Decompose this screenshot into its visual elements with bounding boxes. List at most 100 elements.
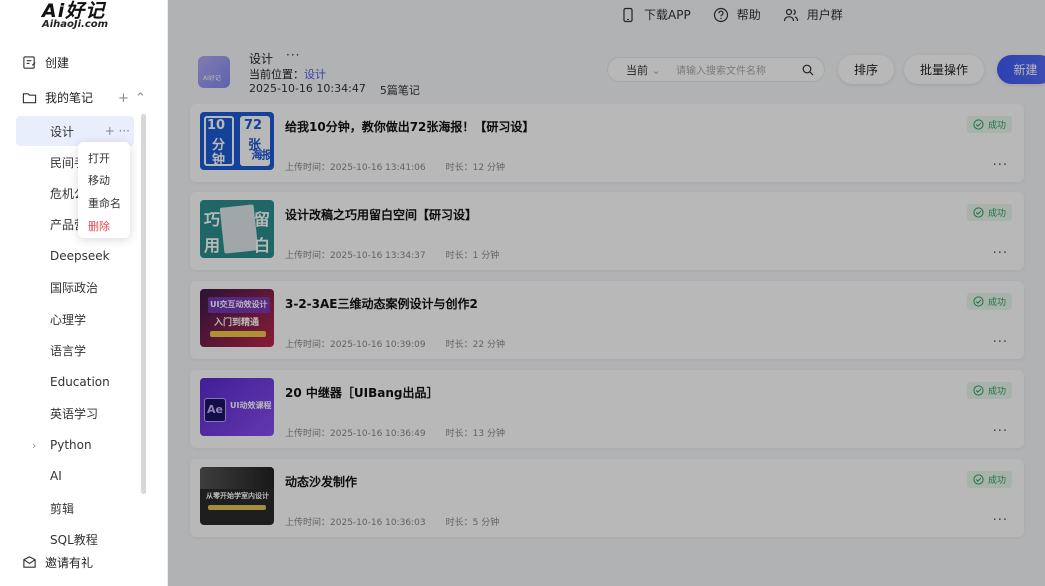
tree-item-actions[interactable]: + ··· xyxy=(105,124,130,138)
gift-icon xyxy=(23,556,36,568)
tree-item-label: 国际政治 xyxy=(50,280,99,295)
tree-item-label: Python xyxy=(50,438,92,452)
my-notes-label: 我的笔记 xyxy=(45,91,94,105)
tree-item-label: 剪辑 xyxy=(50,501,75,516)
folder-icon xyxy=(22,93,37,104)
thumb-text: 留 xyxy=(254,210,271,229)
search-input[interactable]: 请输入搜索文件名称 xyxy=(676,62,802,77)
note-title[interactable]: 20 中继器［UIBang出品］ xyxy=(285,384,438,401)
app-logo[interactable]: Ai好记 AihaoJi.com xyxy=(40,0,120,34)
tree-item[interactable]: AI xyxy=(16,461,134,491)
download-app-link[interactable]: 下载APP xyxy=(620,6,691,23)
breadcrumb-link[interactable]: 设计 xyxy=(304,68,326,81)
thumb-text: UI交互动效设计 xyxy=(210,300,268,309)
note-title[interactable]: 给我10分钟，教你做出72张海报！【研习设】 xyxy=(285,118,534,135)
community-link[interactable]: 用户群 xyxy=(783,6,843,23)
tree-item[interactable]: SQL教程 xyxy=(16,524,134,548)
status-badge: 成功 xyxy=(966,293,1012,310)
folder-header: AI好记 设计 ··· 当前位置：设计 2025-10-16 10:34:47 … xyxy=(198,48,1045,97)
users-icon xyxy=(783,8,798,21)
note-card[interactable]: Ae UI动效课程 20 中继器［UIBang出品］ 上传时间：2025-10-… xyxy=(190,370,1024,448)
thumb-paper xyxy=(219,204,259,254)
tree-item[interactable]: 语言学 xyxy=(16,335,134,365)
question-icon xyxy=(713,7,728,22)
note-title[interactable]: 3-2-3AE三维动态案例设计与创作2 xyxy=(285,295,478,312)
thumb-text: 巧 xyxy=(204,210,221,229)
status-text: 成功 xyxy=(987,476,1006,486)
duration: 时长：1 分钟 xyxy=(445,251,500,261)
tree-item-label: Education xyxy=(50,375,110,389)
logo-subtext: AihaoJi.com xyxy=(42,19,109,30)
tree-item[interactable]: › Python xyxy=(16,430,134,460)
tree-item[interactable]: Deepseek xyxy=(16,241,134,271)
thumb-text: 用 xyxy=(204,236,221,255)
help-link[interactable]: 帮助 xyxy=(713,6,761,23)
sort-button[interactable]: 排序 xyxy=(838,55,894,84)
folder-more-icon[interactable]: ··· xyxy=(286,48,300,62)
note-card[interactable]: 10 72 分 张 钟 海 报 给我10分钟，教你做出72张海报！【研习设】 上… xyxy=(190,104,1024,182)
more-icon[interactable]: ··· xyxy=(993,158,1008,173)
note-thumbnail: 从零开始学室内设计 xyxy=(200,467,274,525)
tree-item[interactable]: 英语学习 xyxy=(16,398,134,428)
upload-time: 上传时间：2025-10-16 10:36:03 xyxy=(285,518,426,528)
more-icon[interactable]: ··· xyxy=(993,513,1008,528)
batch-button[interactable]: 批量操作 xyxy=(904,55,984,84)
note-card[interactable]: 从零开始学室内设计 动态沙发制作 上传时间：2025-10-16 10:36:0… xyxy=(190,459,1024,537)
status-text: 成功 xyxy=(987,298,1006,308)
add-icon[interactable]: + xyxy=(118,91,129,106)
folder-meta: 2025-10-16 10:34:47 5篇笔记 xyxy=(249,82,420,98)
top-bar: 下载APP 帮助 用户群 xyxy=(620,6,843,23)
note-thumbnail: Ae UI动效课程 xyxy=(200,378,274,436)
invite-button[interactable]: 邀请有礼 xyxy=(22,554,93,571)
thumb-bar xyxy=(210,331,266,337)
phone-icon xyxy=(623,7,633,22)
more-icon[interactable]: ··· xyxy=(993,424,1008,439)
help-label: 帮助 xyxy=(736,8,761,22)
main-content: 下载APP 帮助 用户群 AI好记 设计 ··· 当前位置：设计 2025-10… xyxy=(168,0,1045,586)
tree-item-label: SQL教程 xyxy=(50,533,98,547)
invite-label: 邀请有礼 xyxy=(45,556,94,570)
folder-thumb-text: AI好记 xyxy=(203,75,221,82)
tree-item[interactable]: Education xyxy=(16,367,134,397)
sidebar-scrollbar[interactable] xyxy=(141,114,146,494)
breadcrumb: 当前位置：设计 xyxy=(249,66,326,82)
tree-item[interactable]: 心理学 xyxy=(16,304,134,334)
tree-item-label: 设计 xyxy=(50,124,75,139)
new-button[interactable]: 新建 xyxy=(997,55,1045,84)
note-meta: 上传时间：2025-10-16 10:36:49 时长：13 分钟 xyxy=(285,426,505,439)
context-menu: 打开 移动 重命名 删除 xyxy=(78,142,130,238)
search-scope-select[interactable]: 当前 ⌄ xyxy=(626,62,666,78)
thumb-bar xyxy=(208,505,266,510)
edit-icon xyxy=(23,56,36,69)
upload-time: 上传时间：2025-10-16 10:39:09 xyxy=(285,340,426,350)
tree-item-label: 语言学 xyxy=(50,343,87,358)
create-button[interactable]: 创建 xyxy=(22,54,69,71)
folder-thumbnail: AI好记 xyxy=(198,56,230,88)
chevron-right-icon[interactable]: › xyxy=(32,439,36,452)
menu-item-move[interactable]: 移动 xyxy=(88,172,110,188)
chevron-up-icon[interactable]: ⌃ xyxy=(135,91,146,106)
check-circle-icon xyxy=(973,385,984,396)
note-card[interactable]: UI交互动效设计 入门到精通 3-2-3AE三维动态案例设计与创作2 上传时间：… xyxy=(190,281,1024,359)
status-text: 成功 xyxy=(987,121,1006,131)
note-meta: 上传时间：2025-10-16 10:36:03 时长：5 分钟 xyxy=(285,515,499,528)
note-card[interactable]: 巧 留 用 白 设计改稿之巧用留白空间【研习设】 上传时间：2025-10-16… xyxy=(190,192,1024,270)
more-icon[interactable]: ··· xyxy=(993,335,1008,350)
tree-item[interactable]: 国际政治 xyxy=(16,272,134,302)
thumb-text: 入门到精通 xyxy=(214,318,260,328)
status-badge: 成功 xyxy=(966,204,1012,221)
my-notes-section[interactable]: 我的笔记 xyxy=(22,89,93,106)
thumb-text: 从零开始学室内设计 xyxy=(206,492,269,500)
duration: 时长：22 分钟 xyxy=(445,340,505,350)
tree-item[interactable]: 剪辑 xyxy=(16,493,134,523)
note-title[interactable]: 设计改稿之巧用留白空间【研习设】 xyxy=(285,206,477,223)
note-meta: 上传时间：2025-10-16 13:34:37 时长：1 分钟 xyxy=(285,248,499,261)
search-bar[interactable]: 当前 ⌄ 请输入搜索文件名称 xyxy=(607,57,825,82)
menu-item-rename[interactable]: 重命名 xyxy=(88,195,121,211)
upload-time: 上传时间：2025-10-16 13:34:37 xyxy=(285,251,426,261)
search-icon[interactable] xyxy=(802,64,814,76)
menu-item-open[interactable]: 打开 xyxy=(88,150,110,166)
more-icon[interactable]: ··· xyxy=(993,246,1008,261)
note-title[interactable]: 动态沙发制作 xyxy=(285,473,357,490)
menu-item-delete[interactable]: 删除 xyxy=(88,218,110,234)
